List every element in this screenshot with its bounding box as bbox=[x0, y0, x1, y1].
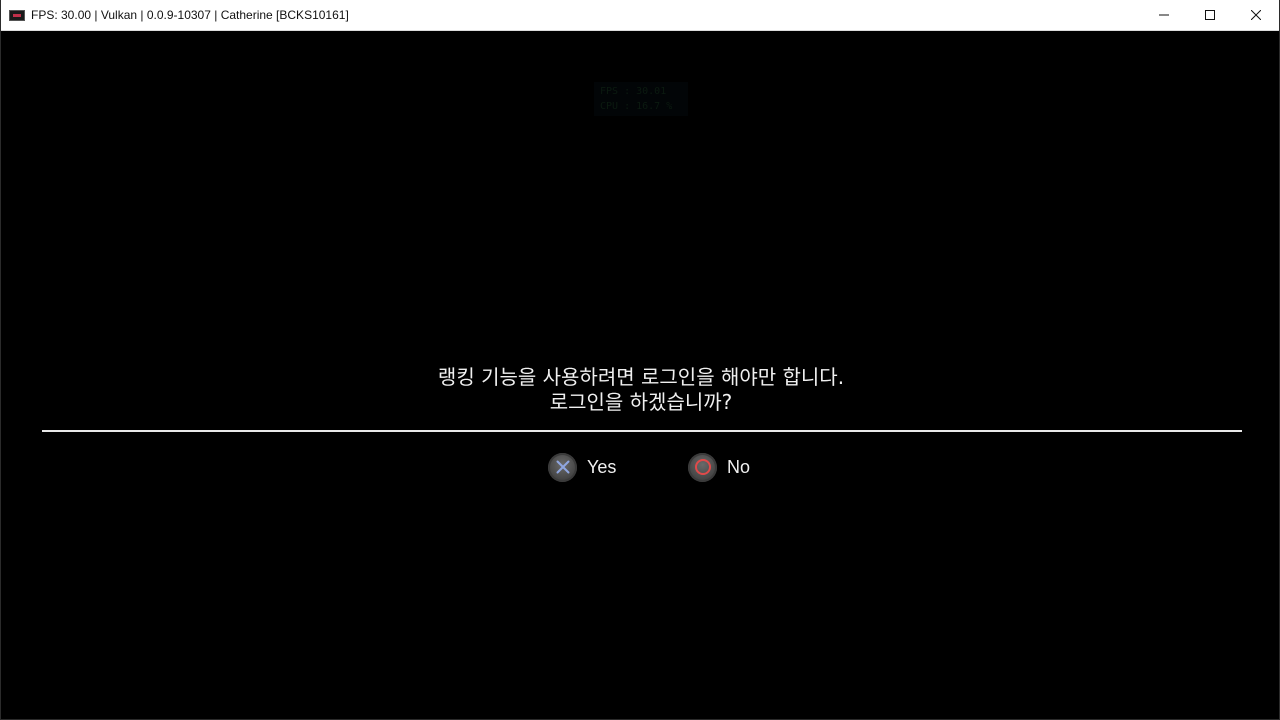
maximize-button[interactable] bbox=[1187, 0, 1233, 30]
emulator-window: FPS: 30.00 | Vulkan | 0.0.9-10307 | Cath… bbox=[0, 0, 1280, 720]
close-icon bbox=[1251, 10, 1261, 20]
title-bar[interactable]: FPS: 30.00 | Vulkan | 0.0.9-10307 | Cath… bbox=[1, 0, 1279, 31]
dialog-message-line-1: 랭킹 기능을 사용하려면 로그인을 해야만 합니다. bbox=[437, 365, 845, 389]
window-controls bbox=[1141, 0, 1279, 30]
window-title: FPS: 30.00 | Vulkan | 0.0.9-10307 | Cath… bbox=[31, 8, 349, 22]
dialog-buttons: Yes No bbox=[1, 451, 1280, 483]
dialog-message-line-2: 로그인을 하겠습니까? bbox=[549, 390, 733, 414]
yes-label: Yes bbox=[587, 456, 617, 477]
cross-button-icon bbox=[548, 452, 577, 482]
performance-overlay: FPS : 30.01 CPU : 16.7 % bbox=[594, 82, 688, 116]
close-button[interactable] bbox=[1233, 0, 1279, 30]
minimize-button[interactable] bbox=[1141, 0, 1187, 30]
dialog-message: 랭킹 기능을 사용하려면 로그인을 해야만 합니다. 로그인을 하겠습니까? bbox=[1, 365, 1280, 415]
circle-button-icon bbox=[688, 452, 717, 482]
no-label: No bbox=[727, 456, 751, 477]
yes-button[interactable]: Yes bbox=[548, 451, 616, 483]
app-icon bbox=[9, 9, 25, 21]
minimize-icon bbox=[1159, 14, 1169, 16]
fps-readout: FPS : 30.01 bbox=[600, 86, 667, 97]
cpu-readout: CPU : 16.7 % bbox=[600, 101, 673, 112]
maximize-icon bbox=[1205, 10, 1215, 20]
no-button[interactable]: No bbox=[688, 451, 750, 483]
dialog-divider bbox=[42, 430, 1242, 432]
